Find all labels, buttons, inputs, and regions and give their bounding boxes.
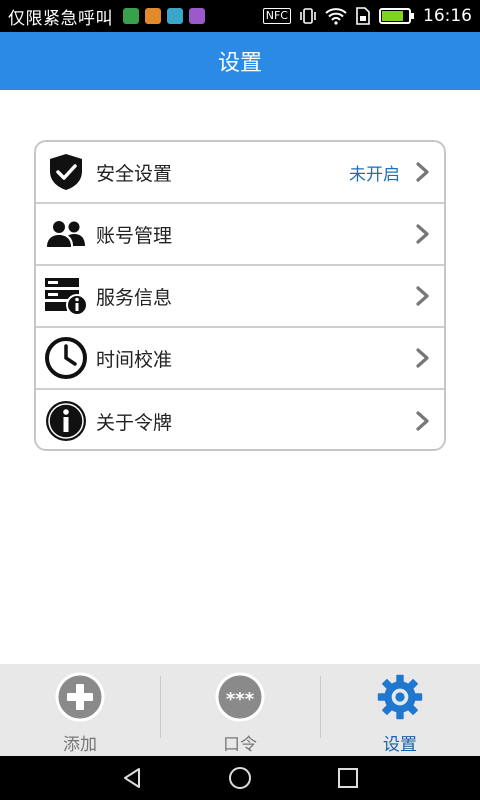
settings-item-label: 安全设置 (96, 162, 173, 185)
server-info-icon (44, 274, 88, 318)
settings-item-label: 服务信息 (96, 286, 173, 309)
settings-item-label: 账号管理 (96, 224, 173, 247)
tab-add[interactable]: 添加 (0, 664, 160, 756)
back-icon[interactable] (120, 766, 144, 790)
settings-item-about-token[interactable]: 关于令牌 (36, 390, 444, 449)
settings-item-time-calibration[interactable]: 时间校准 (36, 328, 444, 390)
battery-icon (379, 8, 414, 24)
notification-icons (123, 8, 205, 24)
notification-icon (167, 8, 183, 24)
tab-label: 设置 (383, 735, 417, 755)
users-icon (44, 212, 88, 256)
shield-check-icon (44, 150, 88, 194)
chevron-right-icon (416, 224, 429, 244)
status-bar: 仅限紧急呼叫 NFC 16:16 (0, 0, 480, 32)
settings-item-account[interactable]: 账号管理 (36, 204, 444, 266)
settings-item-label: 关于令牌 (96, 411, 173, 434)
chevron-right-icon (416, 348, 429, 368)
tab-label: 添加 (63, 735, 97, 755)
wifi-icon (325, 8, 347, 25)
notification-icon (123, 8, 139, 24)
info-icon (44, 399, 88, 443)
security-status-value: 未开启 (349, 164, 400, 185)
password-icon-text: *** (226, 689, 255, 710)
vibrate-icon (300, 8, 316, 24)
settings-item-service-info[interactable]: 服务信息 (36, 266, 444, 328)
battery-fill (382, 11, 403, 21)
settings-item-label: 时间校准 (96, 348, 173, 371)
tab-settings[interactable]: 设置 (320, 664, 480, 756)
home-icon[interactable] (228, 766, 252, 790)
password-icon: *** (215, 672, 265, 722)
chevron-right-icon (416, 162, 429, 182)
gear-icon (375, 672, 425, 722)
plus-circle-icon (55, 672, 105, 722)
chevron-right-icon (416, 286, 429, 306)
notification-icon (189, 8, 205, 24)
clock-time: 16:16 (423, 6, 472, 26)
recents-icon[interactable] (336, 766, 360, 790)
tab-password[interactable]: *** 口令 (160, 664, 320, 756)
notification-icon (145, 8, 161, 24)
settings-list: 安全设置 未开启 账号管理 服务信息 时间校准 关于令牌 (34, 140, 446, 451)
title-bar: 设置 (0, 32, 480, 90)
sim-icon (356, 7, 370, 25)
chevron-right-icon (416, 411, 429, 431)
page-title: 设置 (217, 51, 262, 76)
settings-item-security[interactable]: 安全设置 未开启 (36, 142, 444, 204)
clock-icon (44, 336, 88, 380)
carrier-text: 仅限紧急呼叫 (8, 8, 113, 29)
bottom-tab-bar: 添加 *** 口令 设置 (0, 664, 480, 756)
tab-label: 口令 (223, 735, 257, 755)
nfc-icon: NFC (262, 8, 291, 24)
system-navigation-bar (0, 756, 480, 800)
